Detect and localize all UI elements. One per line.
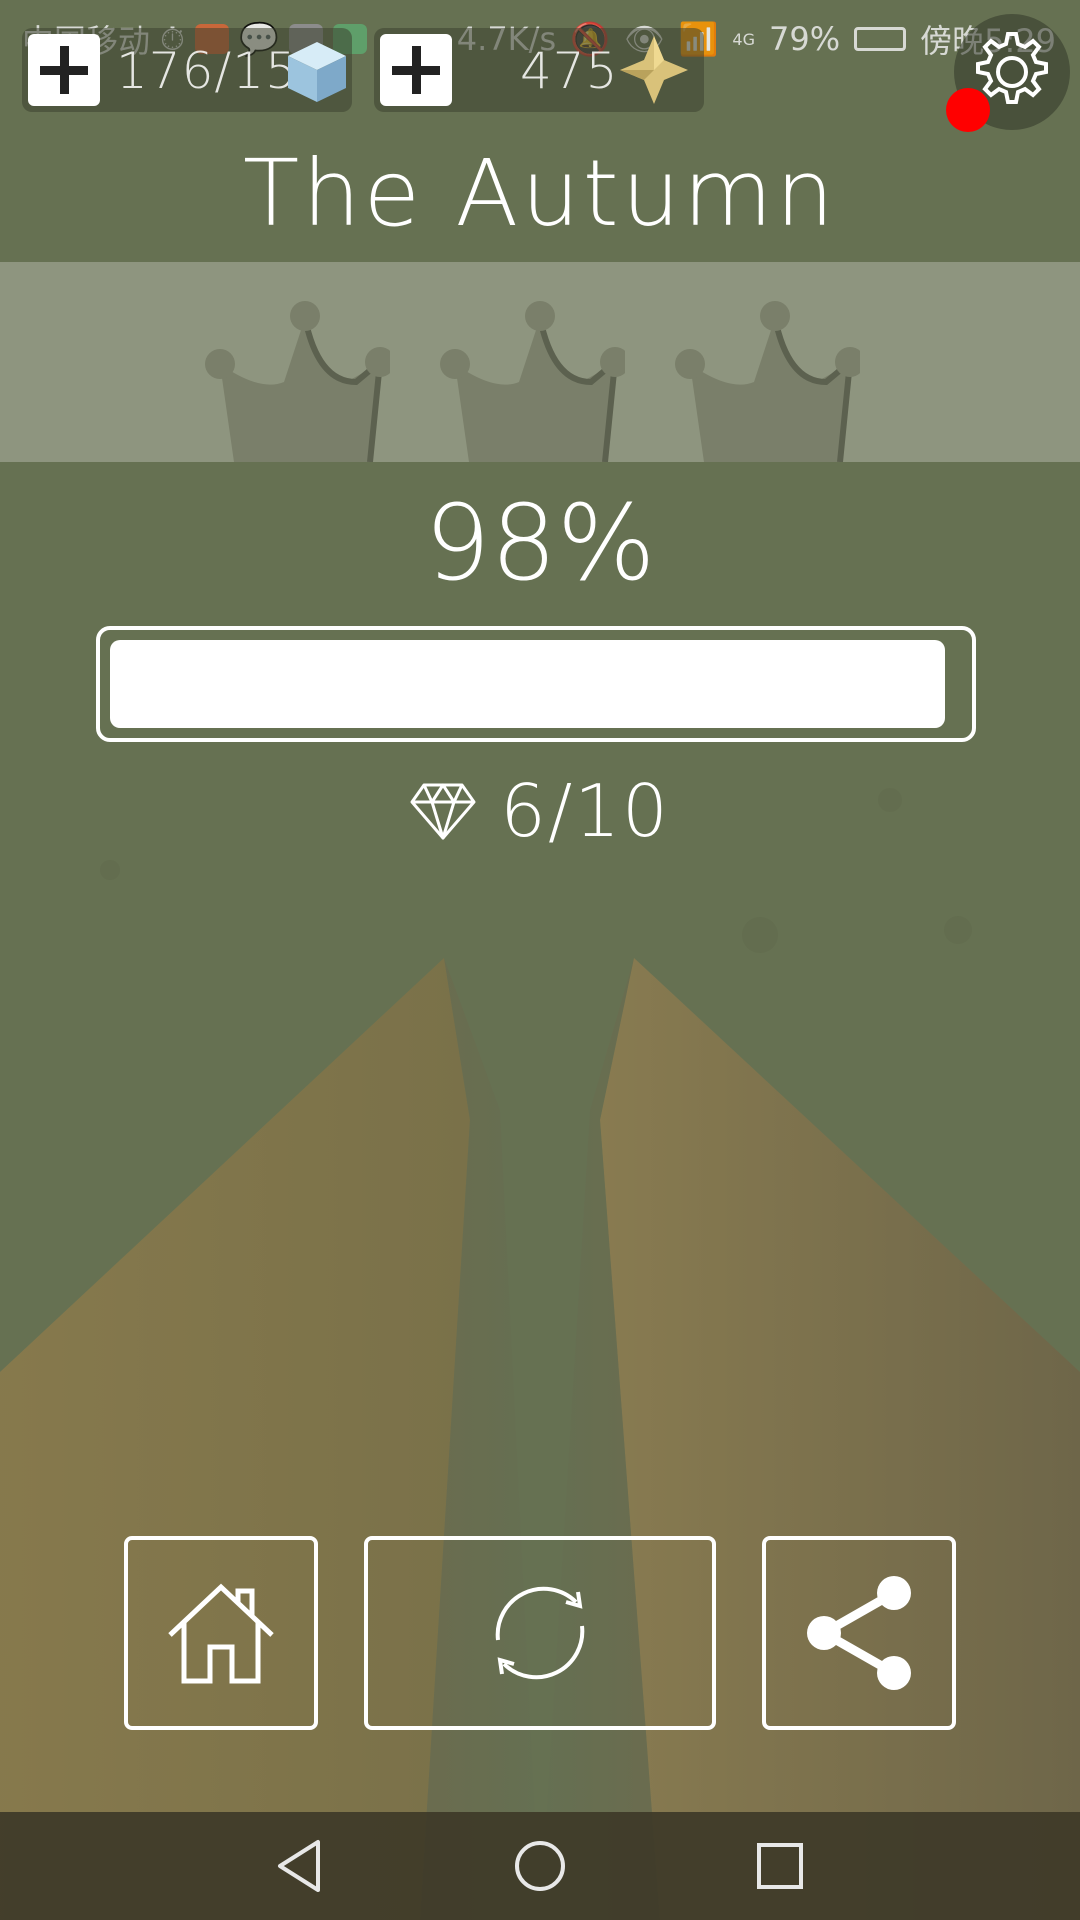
triangle-back-icon[interactable] [272, 1836, 332, 1896]
ice-cube-icon [288, 42, 346, 102]
home-button[interactable] [124, 1536, 318, 1730]
completion-percent: 98% [424, 482, 656, 604]
navigation-bar [0, 1812, 1080, 1920]
gem-count: 6/10 [500, 769, 670, 853]
crown-rating [0, 262, 1080, 462]
level-title: The Autumn [243, 140, 837, 247]
crown-icon-1 [205, 301, 390, 462]
progress-bar [96, 626, 976, 742]
cube-count: 176/15 [116, 42, 298, 100]
retry-button[interactable] [364, 1536, 716, 1730]
network-type: 4G [732, 29, 755, 49]
add-stars-button[interactable] [380, 34, 452, 106]
battery-percent: 79% [769, 20, 841, 58]
crown-icon-2 [440, 301, 625, 462]
refresh-icon [495, 1586, 585, 1680]
add-cubes-button[interactable] [28, 34, 100, 106]
square-recents-icon[interactable] [750, 1836, 810, 1896]
gem-counter: 6/10 [0, 766, 1080, 856]
circle-home-icon[interactable] [510, 1836, 570, 1896]
gold-star-icon [620, 36, 688, 104]
home-icon [168, 1583, 274, 1684]
star-counter: 475 [374, 28, 704, 112]
battery-icon [854, 27, 907, 51]
progress-fill [110, 640, 945, 728]
crown-icon-3 [675, 301, 860, 462]
star-count: 475 [520, 42, 619, 100]
share-icon [807, 1576, 911, 1690]
share-button[interactable] [762, 1536, 956, 1730]
diamond-icon [410, 783, 476, 840]
cube-counter: 176/15 [22, 28, 352, 112]
notification-dot [946, 88, 990, 132]
